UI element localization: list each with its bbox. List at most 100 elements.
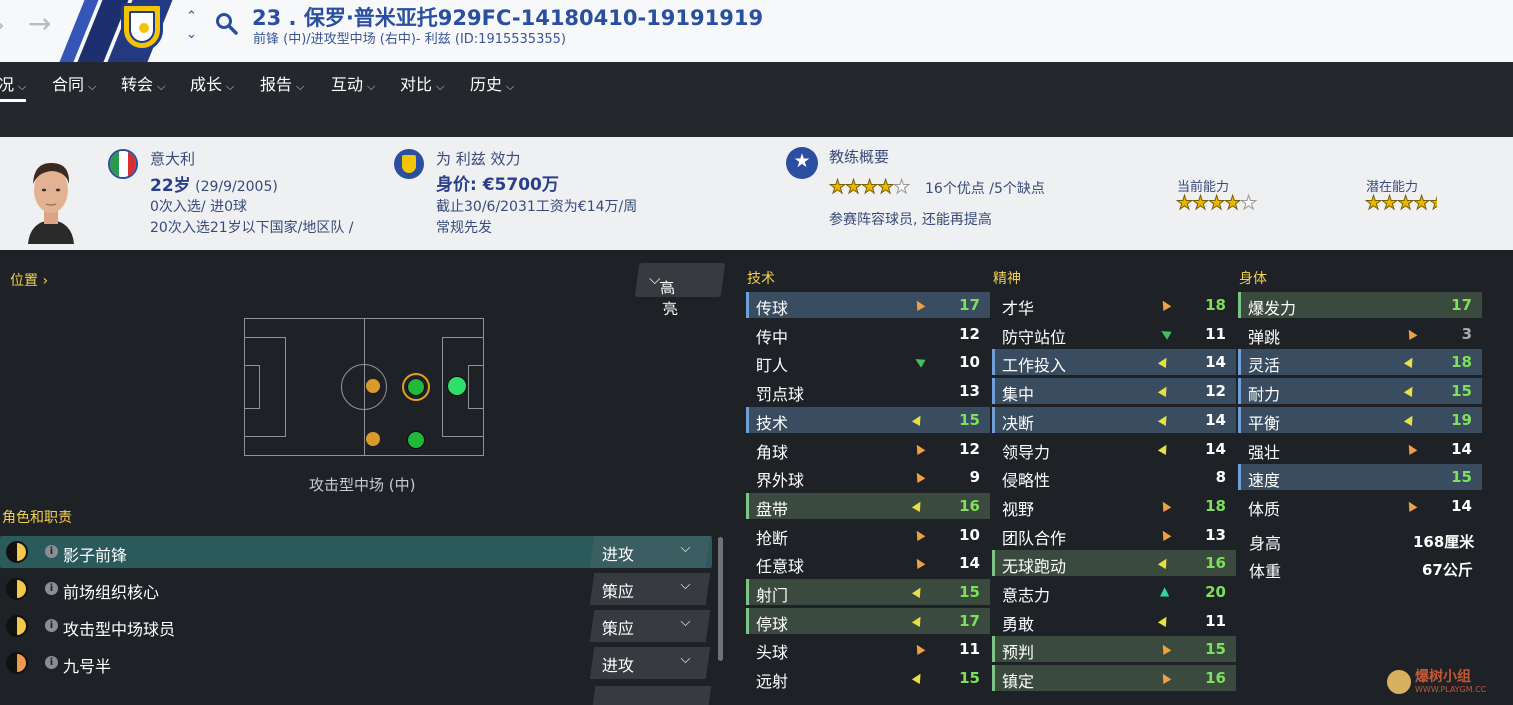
attribute-row-physical[interactable]: 强壮 ▲ 14 bbox=[1238, 436, 1482, 461]
attribute-value: 13 bbox=[959, 382, 980, 401]
role-row[interactable]: i 影子前锋 进攻 ⌵ bbox=[0, 536, 712, 568]
attribute-row-mental[interactable]: 领导力 ▲ 14 bbox=[992, 436, 1236, 461]
role-suitability-icon bbox=[6, 615, 28, 637]
tab-reports[interactable]: 报告 ⌵ bbox=[260, 74, 304, 102]
attribute-row-technical[interactable]: 角球 ▲ 12 bbox=[746, 436, 990, 461]
attribute-row-physical[interactable]: 体质 ▲ 14 bbox=[1238, 493, 1482, 519]
nationality-link[interactable]: 意大利 bbox=[150, 148, 195, 169]
attribute-row-technical[interactable]: 射门 ▲ 15 bbox=[746, 579, 990, 605]
duty-dropdown-partial[interactable] bbox=[592, 686, 712, 705]
tab-contract[interactable]: 合同 ⌵ bbox=[52, 74, 96, 102]
attribute-value: 16 bbox=[959, 496, 980, 515]
duty-dropdown[interactable]: 策应 ⌵ bbox=[589, 573, 711, 605]
forward-arrow-icon[interactable]: → bbox=[28, 10, 51, 38]
attribute-row-physical[interactable]: 速度 15 bbox=[1238, 464, 1482, 491]
attribute-value: 16 bbox=[1205, 554, 1226, 573]
prev-next-player-icon[interactable]: ⌃ ⌄ bbox=[186, 8, 197, 44]
attribute-value: 11 bbox=[959, 640, 980, 659]
role-row[interactable]: i 前场组织核心 策应 ⌵ bbox=[0, 573, 712, 605]
trend-arrow-icon: ▲ bbox=[1157, 611, 1173, 629]
position-title[interactable]: 位置 › bbox=[10, 270, 48, 290]
player-portrait bbox=[28, 162, 74, 244]
attribute-row-technical[interactable]: 停球 ▲ 17 bbox=[746, 607, 990, 634]
attribute-row-physical[interactable]: 平衡 ▲ 19 bbox=[1238, 406, 1482, 433]
attribute-value: 18 bbox=[1451, 353, 1472, 372]
attribute-value: 15 bbox=[959, 410, 980, 429]
role-name: 影子前锋 bbox=[63, 546, 128, 565]
attribute-row-physical[interactable]: 灵活 ▲ 18 bbox=[1238, 349, 1482, 376]
attribute-row-technical[interactable]: 罚点球 13 bbox=[746, 378, 990, 404]
attribute-row-technical[interactable]: 远射 ▲ 15 bbox=[746, 665, 990, 691]
attribute-row-technical[interactable]: 盯人 ▲ 10 bbox=[746, 349, 990, 375]
tab-compare[interactable]: 对比 ⌵ bbox=[400, 74, 444, 102]
attribute-row-physical[interactable]: 弹跳 ▲ 3 bbox=[1238, 321, 1482, 346]
attribute-name: 平衡 bbox=[1248, 413, 1281, 433]
attribute-row-mental[interactable]: 无球跑动 ▲ 16 bbox=[992, 550, 1236, 577]
attribute-row-mental[interactable]: 勇敢 ▲ 11 bbox=[992, 608, 1236, 633]
duty-dropdown[interactable]: 进攻 ⌵ bbox=[589, 536, 711, 568]
chevron-down-icon: ⌵ bbox=[18, 80, 27, 93]
attribute-row-physical[interactable]: 爆发力 17 bbox=[1238, 292, 1482, 318]
duty-dropdown[interactable]: 进攻 ⌵ bbox=[589, 647, 711, 679]
player-positions: 前锋 (中)/进攻型中场 (右中)- 利兹 (ID:1915535355) bbox=[253, 32, 566, 47]
chevron-down-icon: ⌵ bbox=[296, 80, 305, 93]
trend-arrow-icon: ▲ bbox=[911, 525, 927, 542]
tab-development[interactable]: 成长 ⌵ bbox=[190, 74, 234, 102]
role-row[interactable]: i 九号半 进攻 ⌵ bbox=[0, 647, 712, 679]
attribute-row-technical[interactable]: 界外球 ▲ 9 bbox=[746, 464, 990, 490]
attribute-row-technical[interactable]: 传中 12 bbox=[746, 321, 990, 347]
chevron-down-icon: ⌵ bbox=[157, 80, 166, 93]
attribute-row-mental[interactable]: 工作投入 ▲ 14 bbox=[992, 349, 1236, 376]
trend-arrow-icon: ▲ bbox=[1403, 410, 1419, 428]
attribute-row-mental[interactable]: 决断 ▲ 14 bbox=[992, 406, 1236, 433]
attribute-value: 10 bbox=[959, 353, 980, 372]
attribute-row-technical[interactable]: 头球 ▲ 11 bbox=[746, 636, 990, 662]
roles-title: 角色和职责 bbox=[2, 510, 72, 526]
tab-interaction[interactable]: 互动 ⌵ bbox=[331, 74, 375, 102]
player-header: › → ⌃⌄ 23 . 保罗·普米亚托929FC-14180410-191919… bbox=[0, 0, 1513, 62]
attribute-row-mental[interactable]: 视野 ▲ 18 bbox=[992, 493, 1236, 519]
attribute-row-technical[interactable]: 任意球 ▲ 14 bbox=[746, 550, 990, 576]
highlight-dropdown[interactable]: 高亮 ⌵ bbox=[634, 263, 726, 318]
role-row[interactable]: i 攻击型中场球员 策应 ⌵ bbox=[0, 610, 712, 642]
watermark-logo: 爆树小组 WWW.PLAYGM.CC bbox=[1385, 666, 1505, 700]
chevron-right-icon: › bbox=[42, 273, 49, 289]
attribute-value: 12 bbox=[959, 324, 980, 343]
back-arrow-icon[interactable]: › bbox=[0, 11, 8, 39]
trend-arrow-icon: ▲ bbox=[1403, 439, 1419, 456]
info-icon[interactable]: i bbox=[45, 582, 58, 595]
attribute-row-technical[interactable]: 传球 ▲ 17 bbox=[746, 292, 990, 318]
attribute-row-mental[interactable]: 侵略性 8 bbox=[992, 464, 1236, 490]
tab-history[interactable]: 历史 ⌵ bbox=[470, 74, 514, 102]
role-suitability-icon bbox=[6, 578, 28, 600]
attribute-value: 14 bbox=[1205, 439, 1226, 458]
duty-dropdown[interactable]: 策应 ⌵ bbox=[589, 610, 711, 642]
attribute-row-mental[interactable]: 才华 ▲ 18 bbox=[992, 292, 1236, 318]
trend-arrow-icon: ▲ bbox=[1157, 668, 1173, 686]
attribute-row-technical[interactable]: 盘带 ▲ 16 bbox=[746, 492, 990, 519]
chevron-down-icon: ⌵ bbox=[226, 80, 235, 93]
info-icon[interactable]: i bbox=[45, 619, 58, 632]
attribute-row-mental[interactable]: 预判 ▲ 15 bbox=[992, 636, 1236, 663]
tab-overview[interactable]: 况 ⌵ bbox=[0, 74, 27, 102]
roles-scrollbar[interactable] bbox=[718, 537, 723, 661]
search-icon[interactable] bbox=[215, 12, 239, 36]
pros-cons[interactable]: 16个优点 /5个缺点 bbox=[925, 178, 1045, 198]
attribute-row-mental[interactable]: 镇定 ▲ 16 bbox=[992, 665, 1236, 692]
attribute-name: 远射 bbox=[756, 672, 789, 692]
attribute-row-technical[interactable]: 抢断 ▲ 10 bbox=[746, 522, 990, 547]
attribute-name: 速度 bbox=[1248, 471, 1281, 491]
attribute-row-mental[interactable]: 集中 ▲ 12 bbox=[992, 378, 1236, 405]
club-line[interactable]: 为 利兹 效力 bbox=[436, 148, 521, 169]
attribute-name: 决断 bbox=[1002, 413, 1035, 433]
info-icon[interactable]: i bbox=[45, 545, 58, 558]
chevron-down-icon: ⌵ bbox=[680, 578, 691, 593]
attribute-row-mental[interactable]: 意志力 ▲ 20 bbox=[992, 579, 1236, 605]
info-icon[interactable]: i bbox=[45, 656, 58, 669]
attribute-row-mental[interactable]: 防守站位 ▲ 11 bbox=[992, 321, 1236, 347]
attribute-row-physical[interactable]: 耐力 ▲ 15 bbox=[1238, 378, 1482, 405]
attribute-row-mental[interactable]: 团队合作 ▲ 13 bbox=[992, 522, 1236, 547]
attribute-name: 视野 bbox=[1002, 499, 1035, 519]
attribute-row-technical[interactable]: 技术 ▲ 15 bbox=[746, 406, 990, 433]
tab-transfer[interactable]: 转会 ⌵ bbox=[121, 74, 165, 102]
